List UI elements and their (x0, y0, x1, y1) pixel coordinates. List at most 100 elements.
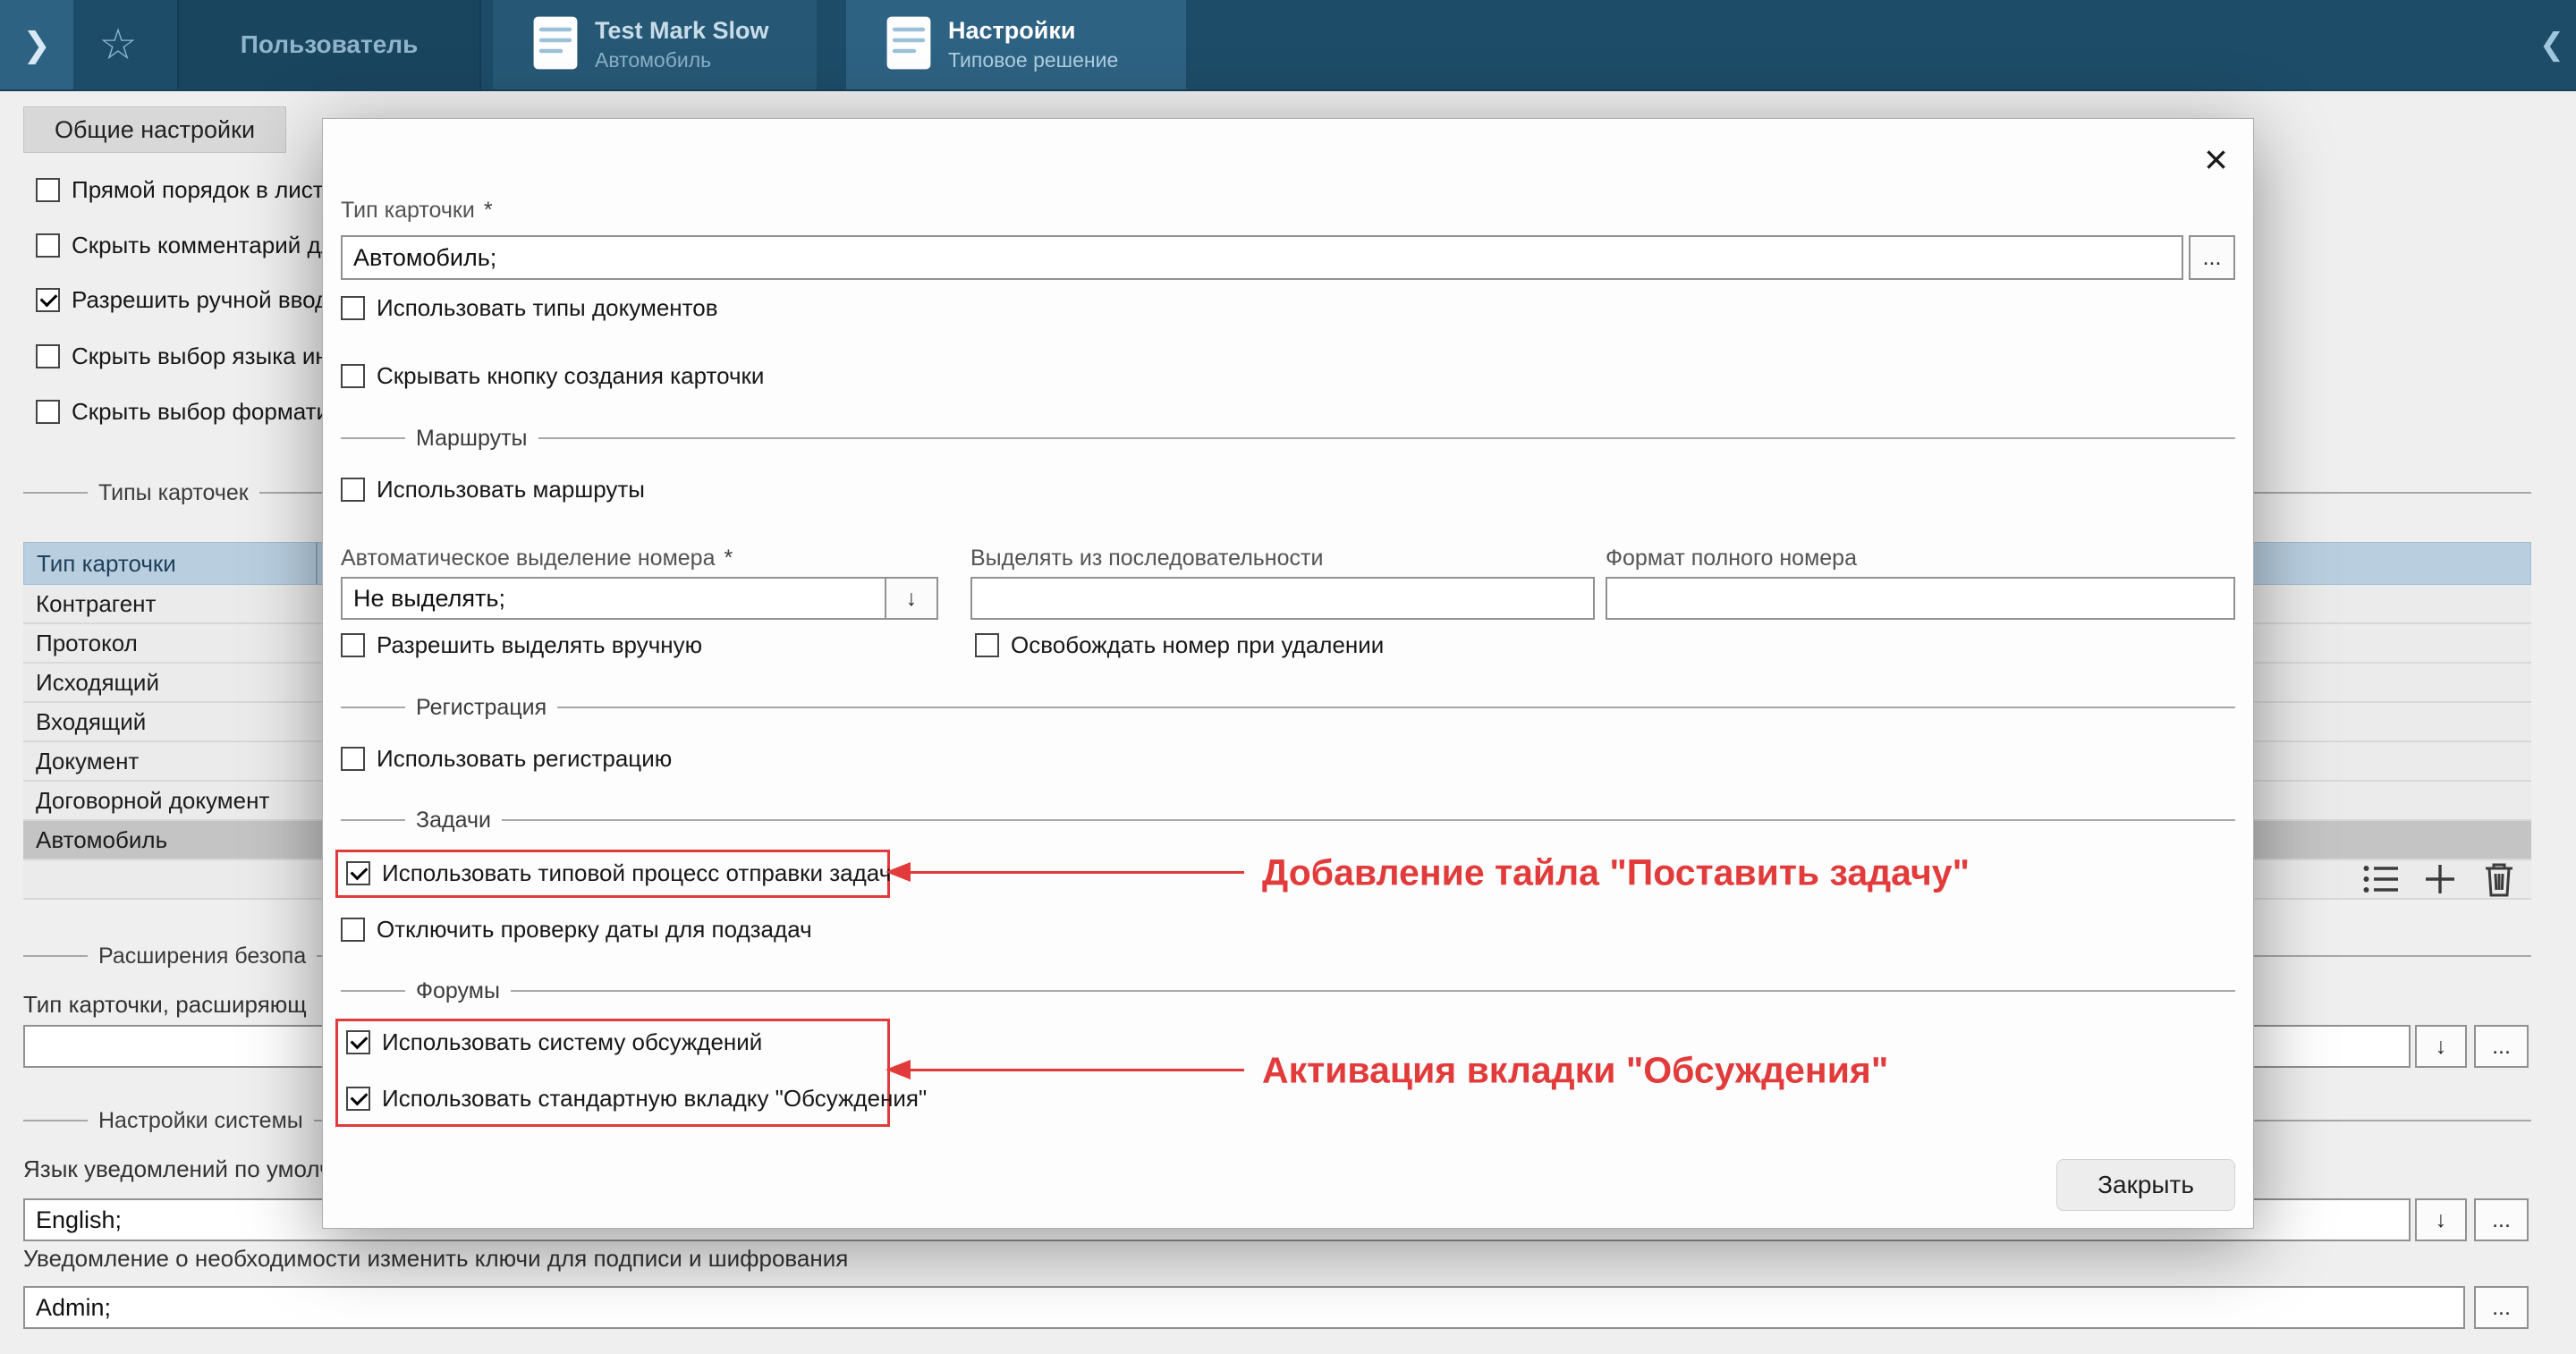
checkbox-box[interactable] (975, 633, 999, 657)
tab-user[interactable]: Пользователь (177, 0, 481, 89)
checkbox-box[interactable] (341, 364, 365, 388)
checkbox-box[interactable] (341, 747, 365, 771)
document-icon (886, 15, 932, 75)
tab-test-mark-slow[interactable]: Test Mark Slow Автомобиль (493, 0, 817, 89)
checkbox-hide-create-button[interactable]: Скрывать кнопку создания карточки (341, 363, 764, 388)
label-text: Автоматическое выделение номера (341, 546, 715, 571)
cell-card-type: Контрагент (36, 590, 156, 618)
dropdown-arrow-button[interactable]: ↓ (885, 577, 938, 620)
checkbox-use-default-discussion-tab[interactable]: Использовать стандартную вкладку "Обсужд… (346, 1086, 927, 1111)
checkbox-use-document-types[interactable]: Использовать типы документов (341, 295, 718, 320)
checkbox-label: Прямой порядок в листе (72, 176, 336, 204)
favorites-star-icon[interactable]: ☆ (73, 0, 163, 89)
checkbox-box[interactable] (341, 633, 365, 657)
checkbox-box[interactable] (346, 1087, 370, 1111)
section-registration: Регистрация (341, 696, 2235, 719)
default-notification-language-label: Язык уведомлений по умолч (23, 1155, 332, 1183)
more-options-button[interactable]: ... (2474, 1025, 2529, 1068)
close-icon[interactable]: × (2204, 139, 2228, 180)
sequence-input[interactable] (970, 577, 1595, 620)
row-details-icon[interactable] (2361, 860, 2401, 898)
keys-notification-input[interactable]: Admin; (23, 1286, 2465, 1329)
checkbox-box[interactable] (346, 1030, 370, 1054)
checkbox-box[interactable] (36, 178, 60, 202)
annotation-text-forums: Активация вкладки "Обсуждения" (1262, 1050, 1888, 1092)
more-options-button[interactable]: ... (2474, 1286, 2529, 1329)
section-forums: Форумы (341, 979, 2235, 1003)
checkbox-use-registration[interactable]: Использовать регистрацию (341, 746, 672, 771)
section-title: Форумы (416, 978, 500, 1004)
cell-card-type: Протокол (36, 630, 138, 657)
auto-number-select[interactable]: Не выделять; (341, 577, 886, 620)
card-type-input[interactable]: Автомобиль; (341, 235, 2183, 280)
checkbox-hide-language[interactable]: Скрыть выбор языка инте (36, 343, 352, 368)
checkbox-disable-subtask-date-check[interactable]: Отключить проверку даты для подзадач (341, 917, 812, 942)
checkbox-allow-manual-input[interactable]: Разрешить ручной ввод и (36, 287, 348, 312)
annotation-text-tasks: Добавление тайла "Поставить задачу" (1262, 852, 1970, 894)
checkbox-box[interactable] (341, 296, 365, 320)
more-options-button[interactable]: ... (2189, 235, 2235, 280)
field-value: Автомобиль; (353, 244, 496, 272)
document-icon (532, 15, 579, 75)
tab-general-settings[interactable]: Общие настройки (23, 106, 286, 153)
annotation-arrow-forums (901, 1069, 1244, 1071)
checkbox-use-routes[interactable]: Использовать маршруты (341, 477, 645, 502)
delete-row-trash-icon[interactable] (2479, 860, 2519, 898)
cell-card-type: Исходящий (36, 669, 159, 697)
extending-card-type-label: Тип карточки, расширяющ (23, 991, 307, 1019)
checkbox-label: Скрыть комментарий для (72, 232, 347, 259)
sequence-label: Выделять из последовательности (970, 546, 1323, 571)
field-value: English; (36, 1206, 122, 1234)
field-value: Admin; (36, 1294, 111, 1322)
checkbox-box[interactable] (36, 233, 60, 258)
checkbox-allow-manual-numbering[interactable]: Разрешить выделять вручную (341, 632, 702, 657)
card-type-settings-dialog: × Тип карточки * Автомобиль; ... Использо… (322, 118, 2254, 1229)
checkbox-box[interactable] (36, 400, 60, 424)
checkbox-label: Освобождать номер при удалении (1011, 631, 1384, 659)
full-number-format-input[interactable] (1606, 577, 2235, 620)
tab-title: Test Mark Slow (595, 17, 769, 45)
tab-subtitle: Типовое решение (948, 48, 1118, 72)
checkbox-label: Разрешить ручной ввод и (72, 286, 348, 314)
collapse-chevron-icon[interactable]: ❮ (2528, 0, 2576, 89)
checkbox-use-task-process[interactable]: Использовать типовой процесс отправки за… (346, 860, 891, 885)
checkbox-box[interactable] (346, 861, 370, 885)
checkbox-label: Использовать стандартную вкладку "Обсужд… (382, 1085, 927, 1113)
checkbox-use-discussions[interactable]: Использовать систему обсуждений (346, 1029, 762, 1054)
column-header-card-type[interactable]: Тип карточки (24, 543, 318, 584)
checkbox-label: Скрывать кнопку создания карточки (377, 362, 764, 390)
checkbox-release-number-on-delete[interactable]: Освобождать номер при удалении (975, 632, 1384, 657)
tab-subtitle: Автомобиль (595, 48, 769, 72)
checkbox-label: Отключить проверку даты для подзадач (377, 916, 812, 944)
required-mark: * (484, 198, 493, 223)
tab-settings[interactable]: Настройки Типовое решение (846, 0, 1186, 89)
label-text: Тип карточки (341, 198, 475, 223)
checkbox-box[interactable] (36, 288, 60, 312)
checkbox-label: Использовать типовой процесс отправки за… (382, 859, 891, 887)
checkbox-label: Использовать маршруты (377, 476, 645, 504)
checkbox-box[interactable] (341, 478, 365, 502)
checkbox-box[interactable] (341, 918, 365, 942)
required-mark: * (724, 546, 733, 571)
section-title: Регистрация (416, 695, 547, 721)
tab-title: Настройки (948, 17, 1118, 45)
checkbox-hide-formatting[interactable]: Скрыть выбор форматиро (36, 399, 355, 424)
dropdown-arrow-button[interactable]: ↓ (2415, 1025, 2467, 1068)
full-number-format-label: Формат полного номера (1606, 546, 1857, 571)
expand-chevron-icon[interactable]: ❯ (0, 0, 73, 89)
checkbox-label: Использовать систему обсуждений (382, 1028, 762, 1056)
checkbox-label: Скрыть выбор языка инте (72, 343, 352, 370)
section-tasks: Задачи (341, 808, 2235, 832)
checkbox-box[interactable] (36, 344, 60, 368)
checkbox-label: Разрешить выделять вручную (377, 631, 702, 659)
keys-notification-label: Уведомление о необходимости изменить клю… (23, 1245, 848, 1273)
dropdown-arrow-button[interactable]: ↓ (2415, 1198, 2467, 1241)
card-type-label: Тип карточки * (341, 198, 493, 224)
cell-card-type: Автомобиль (36, 826, 167, 854)
checkbox-direct-order[interactable]: Прямой порядок в листе (36, 177, 336, 202)
checkbox-hide-comment[interactable]: Скрыть комментарий для (36, 233, 347, 258)
section-title: Настройки системы (98, 1108, 303, 1134)
close-dialog-button[interactable]: Закрыть (2056, 1159, 2235, 1211)
more-options-button[interactable]: ... (2474, 1198, 2529, 1241)
add-row-icon[interactable] (2420, 860, 2460, 898)
